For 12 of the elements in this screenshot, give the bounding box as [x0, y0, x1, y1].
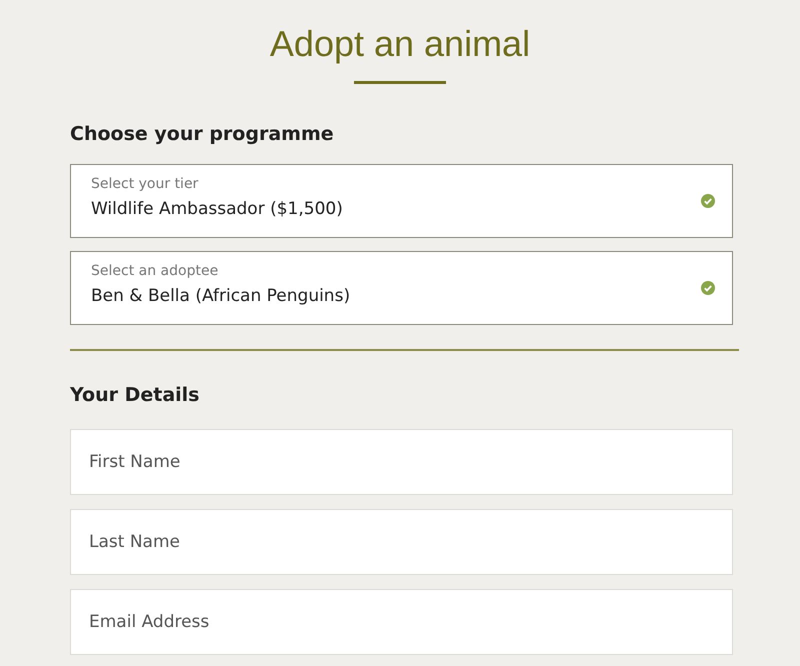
selected-value: Ben & Bella (African Penguins) [91, 284, 352, 308]
page-title: Adopt an animal [270, 22, 530, 66]
selected-value: Wildlife Ambassador ($1,500) [91, 198, 344, 220]
field-label: Select an adoptee [91, 262, 220, 280]
input-field[interactable]: Last Name [70, 509, 733, 575]
section-heading: Your Details [70, 382, 200, 408]
input-field[interactable]: First Name [70, 429, 733, 495]
input-field[interactable]: Email Address [70, 589, 733, 655]
field-label: Select your tier [91, 174, 200, 192]
section-heading: Choose your programme [70, 122, 335, 147]
select-field[interactable]: Select your tier Wildlife Ambassador ($1,500) [70, 164, 733, 238]
select-field[interactable]: Select an adoptee Ben & Bella (African Penguins) [70, 250, 733, 324]
